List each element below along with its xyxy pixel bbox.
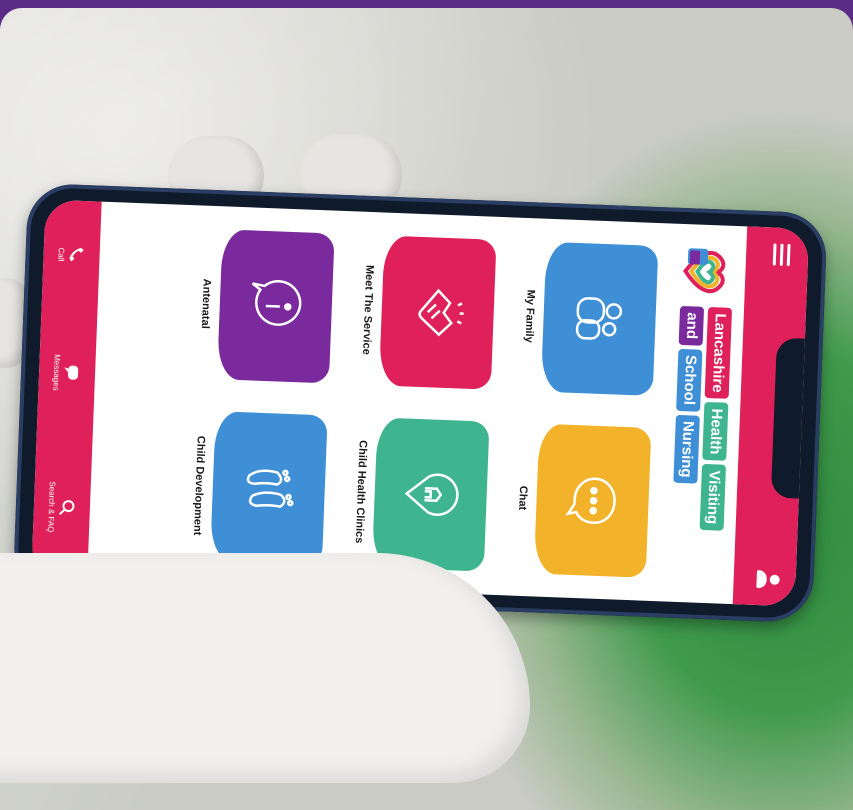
tile-chat[interactable]: Chat <box>514 418 652 583</box>
nav-search-faq-label: Search & FAQ <box>46 481 58 533</box>
app-view: Lancashire Health Visiting and School Nu… <box>31 199 810 607</box>
tile-my-family[interactable]: My Family <box>521 236 659 401</box>
logo-word-1: Lancashire <box>704 306 733 400</box>
bottom-nav: Call Messages Search & FAQ <box>31 199 102 580</box>
tile-label-my-family: My Family <box>522 289 537 343</box>
family-icon <box>575 297 623 340</box>
location-pin-icon <box>404 473 459 516</box>
heart-logo-icon <box>683 248 726 294</box>
phone-notch <box>770 337 807 499</box>
logo-word-4: and <box>678 305 705 346</box>
nav-messages[interactable]: Messages <box>52 354 82 392</box>
background-photo: Lancashire Health Visiting and School Nu… <box>0 8 853 810</box>
tile-antenatal[interactable]: Antenatal <box>197 224 335 389</box>
nav-call[interactable]: Call <box>57 245 87 264</box>
tile-label-meet-the-service: Meet The Service <box>360 264 376 356</box>
nav-messages-label: Messages <box>51 354 63 391</box>
tile-grid: My Family Chat Meet The Service Child He… <box>190 224 659 583</box>
message-icon <box>64 366 79 381</box>
tile-label-chat: Chat <box>516 485 530 511</box>
logo-word-5: School <box>676 348 703 412</box>
nav-call-label: Call <box>56 247 67 262</box>
tile-meet-the-service[interactable]: Meet The Service <box>359 230 497 395</box>
tile-label-child-development: Child Development <box>190 435 207 536</box>
tile-label-child-health-clinics: Child Health Clinics <box>352 439 369 544</box>
nav-search-faq[interactable]: Search & FAQ <box>46 481 77 533</box>
info-icon <box>251 280 302 326</box>
palm <box>0 553 530 783</box>
tile-child-development[interactable]: Child Development <box>190 405 328 570</box>
handshake-icon <box>418 288 464 337</box>
footprints-icon <box>246 469 294 509</box>
phone-icon <box>69 248 85 262</box>
logo-word-6: Nursing <box>673 414 700 485</box>
tile-child-health-clinics[interactable]: Child Health Clinics <box>352 412 490 577</box>
phone-screen: Lancashire Health Visiting and School Nu… <box>31 199 810 607</box>
user-icon[interactable] <box>753 567 780 592</box>
chat-bubble-icon <box>565 477 616 525</box>
logo-word-2: Health <box>702 402 729 461</box>
hamburger-icon[interactable] <box>772 243 791 267</box>
logo-word-3: Visiting <box>699 463 727 531</box>
tile-label-antenatal: Antenatal <box>198 278 213 329</box>
app-logo: Lancashire Health Visiting and School Nu… <box>661 246 734 588</box>
search-icon <box>59 500 75 516</box>
